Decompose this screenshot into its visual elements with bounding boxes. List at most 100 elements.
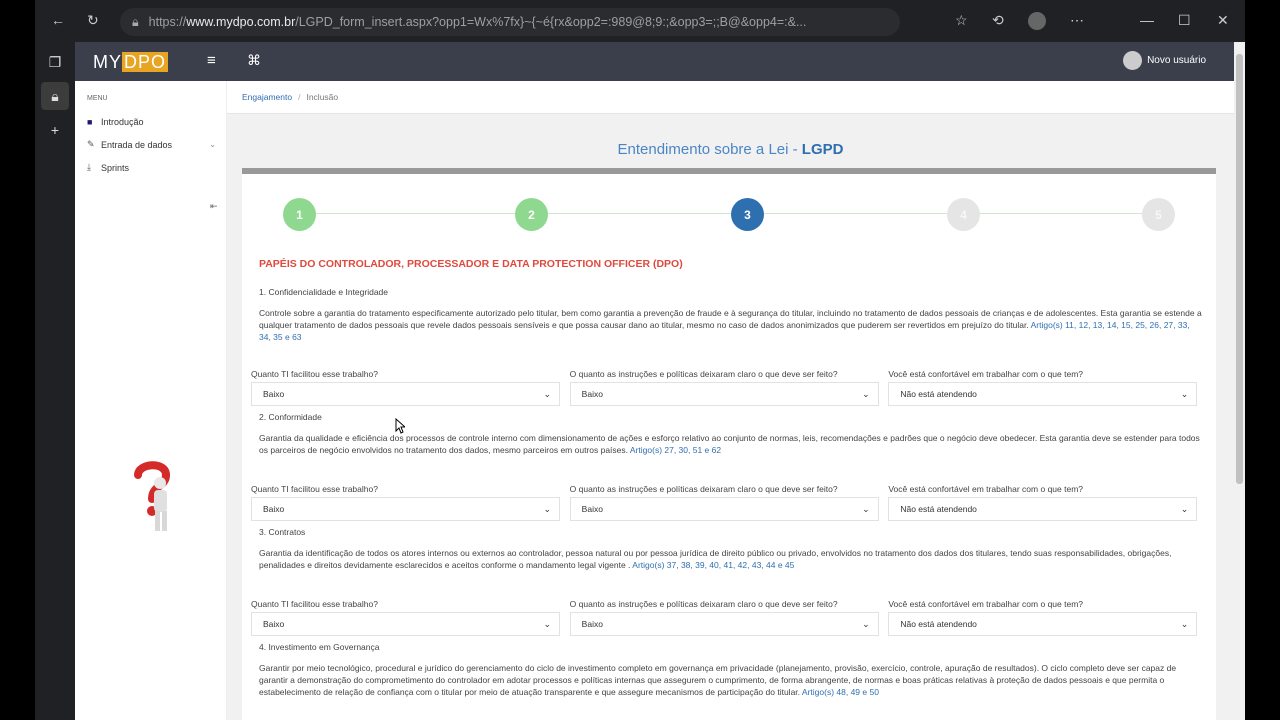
app-logo[interactable]: MY DPO xyxy=(93,52,169,73)
sidebar-item-label: Sprints xyxy=(101,162,130,173)
select-value: Não está atendendo xyxy=(900,504,977,514)
section-description: Garantia da qualidade e eficiência dos p… xyxy=(259,432,1202,456)
stepper: 1 2 3 4 5 xyxy=(242,174,1216,246)
comfort-select[interactable]: Não está atendendo ⌄ xyxy=(888,612,1198,636)
section-title: PAPÉIS DO CONTROLADOR, PROCESSADOR E DAT… xyxy=(259,258,683,270)
select-value: Baixo xyxy=(581,619,603,629)
breadcrumb-separator: / xyxy=(298,92,301,102)
browser-sidebar: ❐ 🔒︎ + xyxy=(35,42,75,720)
select-value: Baixo xyxy=(581,389,603,399)
section-description: Garantir por meio tecnológico, procedura… xyxy=(259,662,1202,698)
chevron-down-icon: ⌄ xyxy=(209,140,216,149)
articles-link[interactable]: Artigo(s) 27, 30, 51 e 62 xyxy=(630,445,721,455)
chevron-down-icon: ⌄ xyxy=(862,618,870,629)
articles-link[interactable]: Artigo(s) 37, 38, 39, 40, 41, 42, 43, 44… xyxy=(632,560,794,570)
select-value: Baixo xyxy=(581,504,603,514)
breadcrumb-engajamento[interactable]: Engajamento xyxy=(242,92,292,102)
step-1[interactable]: 1 xyxy=(283,198,316,231)
section-text: Garantir por meio tecnológico, procedura… xyxy=(259,663,1177,697)
select-value: Baixo xyxy=(263,504,285,514)
step-4[interactable]: 4 xyxy=(947,198,980,231)
profile-icon[interactable] xyxy=(1028,12,1046,30)
policies-select[interactable]: Baixo ⌄ xyxy=(569,612,879,636)
menu-header: MENU xyxy=(87,95,108,102)
question-row: Quanto TI facilitou esse trabalho? Baixo ⌄… xyxy=(242,599,1216,636)
section-heading: 4. Investimento em Governança xyxy=(259,642,380,652)
logo-my: MY xyxy=(93,52,122,72)
lock-icon[interactable]: 🔒︎ xyxy=(41,82,69,110)
sidebar-item-sprints[interactable]: ⤓ Sprints xyxy=(75,156,226,179)
add-icon[interactable]: + xyxy=(41,116,69,144)
question-mark-figure-icon xyxy=(134,461,171,531)
collapse-sidebar-icon[interactable]: ⇤ xyxy=(210,201,218,212)
page-title: Entendimento sobre a Lei - LGPD xyxy=(227,141,1234,158)
reload-icon[interactable]: ↻ xyxy=(87,12,99,29)
ti-select[interactable]: Baixo ⌄ xyxy=(251,497,560,521)
policies-select[interactable]: Baixo ⌄ xyxy=(569,497,879,521)
lock-icon: 🔒︎ xyxy=(132,14,139,29)
sidebar-item-entrada-de-dados[interactable]: ✎ Entrada de dados ⌄ xyxy=(75,133,226,156)
comfort-select[interactable]: Não está atendendo ⌄ xyxy=(888,497,1198,521)
step-3[interactable]: 3 xyxy=(731,198,764,231)
app-header: MY DPO ≡ ⌘ Novo usuário xyxy=(75,42,1234,81)
select-value: Não está atendendo xyxy=(900,389,977,399)
back-icon[interactable]: ← xyxy=(51,12,65,28)
app-sidebar: MENU ■ Introdução ✎ Entrada de dados ⌄ ⤓… xyxy=(75,81,227,720)
question-label: Quanto TI facilitou esse trabalho? xyxy=(251,484,378,494)
chevron-down-icon: ⌄ xyxy=(862,388,870,399)
question-label: O quanto as instruções e políticas deixa… xyxy=(569,599,838,609)
stepper-line xyxy=(299,213,1159,214)
user-menu[interactable]: Novo usuário xyxy=(1123,51,1206,70)
step-2[interactable]: 2 xyxy=(515,198,548,231)
hamburger-menu-icon[interactable]: ≡ xyxy=(207,52,216,69)
history-icon[interactable]: ⟲ xyxy=(992,12,1004,29)
select-value: Não está atendendo xyxy=(900,619,977,629)
sidebar-item-label: Introdução xyxy=(101,116,144,127)
more-icon[interactable]: ⋯ xyxy=(1070,12,1084,29)
chevron-down-icon: ⌄ xyxy=(543,503,551,514)
user-name: Novo usuário xyxy=(1147,55,1206,66)
maximize-icon[interactable]: ☐ xyxy=(1178,12,1191,29)
mouse-cursor-icon xyxy=(395,418,405,434)
address-bar[interactable]: 🔒︎ https://www.mydpo.com.br/LGPD_form_in… xyxy=(120,8,900,36)
breadcrumb-inclusao: Inclusão xyxy=(306,92,339,102)
close-icon[interactable]: ✕ xyxy=(1217,12,1229,29)
avatar xyxy=(1123,51,1143,70)
ti-select[interactable]: Baixo ⌄ xyxy=(251,382,560,406)
section-investimento: 4. Investimento em Governança Garantir p… xyxy=(242,642,1216,698)
url-rest: /LGPD_form_insert.aspx?opp1=Wx%7fx}~{~é{… xyxy=(295,15,807,29)
question-label: Quanto TI facilitou esse trabalho? xyxy=(251,369,378,379)
section-heading: 1. Confidencialidade e Integridade xyxy=(259,287,389,297)
sidebar-item-introducao[interactable]: ■ Introdução xyxy=(75,110,226,133)
comfort-select[interactable]: Não está atendendo ⌄ xyxy=(888,382,1198,406)
section-confidencialidade: 1. Confidencialidade e Integridade Contr… xyxy=(242,287,1216,343)
step-5[interactable]: 5 xyxy=(1142,198,1175,231)
page-scrollbar[interactable] xyxy=(1234,42,1245,720)
policies-select[interactable]: Baixo ⌄ xyxy=(569,382,879,406)
chevron-down-icon: ⌄ xyxy=(1180,388,1189,399)
section-conformidade: 2. Conformidade Garantia da qualidade e … xyxy=(242,412,1216,456)
main-content: Engajamento / Inclusão Entendimento sobr… xyxy=(227,81,1234,720)
articles-link[interactable]: Artigo(s) 48, 49 e 50 xyxy=(802,687,879,697)
select-value: Baixo xyxy=(263,389,285,399)
section-contratos: 3. Contratos Garantia da identificação d… xyxy=(242,527,1216,571)
section-heading: 3. Contratos xyxy=(259,527,306,537)
pencil-icon: ✎ xyxy=(87,139,95,149)
fullscreen-icon[interactable]: ⌘ xyxy=(247,52,261,69)
section-description: Garantia da identificação de todos os at… xyxy=(259,547,1202,571)
favorites-icon[interactable]: ☆ xyxy=(955,12,968,29)
scrollbar-thumb[interactable] xyxy=(1236,54,1243,484)
chevron-down-icon: ⌄ xyxy=(1180,503,1189,514)
question-row: Quanto TI facilitou esse trabalho? Baixo ⌄… xyxy=(242,369,1216,406)
tab-icon[interactable]: ❐ xyxy=(41,48,69,76)
browser-toolbar: ← ↻ 🔒︎ https://www.mydpo.com.br/LGPD_for… xyxy=(35,0,1245,42)
question-label: O quanto as instruções e políticas deixa… xyxy=(569,369,838,379)
sidebar-item-label: Entrada de dados xyxy=(101,139,173,150)
chevron-down-icon: ⌄ xyxy=(543,618,551,629)
question-label: Você está confortável em trabalhar com o… xyxy=(888,484,1084,494)
minimize-icon[interactable]: — xyxy=(1140,12,1154,28)
page-title-text: Entendimento sobre a Lei - xyxy=(617,141,802,158)
chevron-down-icon: ⌄ xyxy=(1180,618,1189,629)
url-host: www.mydpo.com.br xyxy=(186,15,296,29)
ti-select[interactable]: Baixo ⌄ xyxy=(251,612,560,636)
